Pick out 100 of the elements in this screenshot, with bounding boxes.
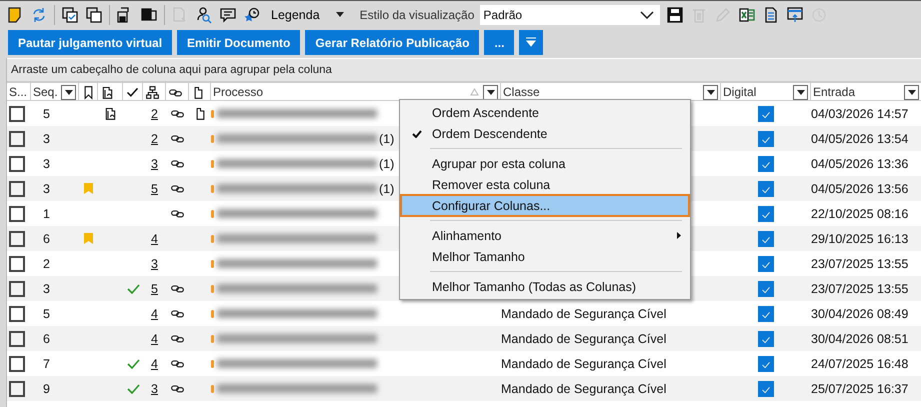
menu-item[interactable]: Alinhamento [401,225,689,246]
digital-checkbox[interactable] [758,180,774,196]
attachment-icon[interactable] [103,106,118,121]
count-link[interactable]: 4 [151,356,158,370]
digital-checkbox[interactable] [758,356,774,372]
column-header[interactable] [166,83,189,101]
comment-icon[interactable] [219,6,237,24]
class-text: Mandado de Segurança Cível [501,382,666,396]
row-checkbox[interactable] [9,230,25,246]
row-checkbox[interactable] [9,356,25,372]
column-header[interactable]: Seq. [31,83,79,101]
bookmark-icon [84,233,93,244]
sequence-number: 6 [43,232,50,246]
column-header[interactable]: Digital [721,83,811,101]
digital-checkbox[interactable] [758,106,774,122]
sequence-number: 9 [43,382,50,396]
sequence-number: 3 [43,182,50,196]
menu-item[interactable]: Configurar Colunas... [401,195,689,216]
save-window-icon[interactable] [140,6,158,24]
row-checkbox[interactable] [9,130,25,146]
filter-dropdown[interactable] [793,84,808,100]
row-checkbox[interactable] [9,180,25,196]
filter-dropdown[interactable] [703,84,718,100]
sequence-number: 1 [43,206,50,220]
count-link[interactable]: 3 [151,382,158,396]
entry-date: 25/07/2025 16:37 [811,382,908,396]
filter-dropdown[interactable] [904,84,919,100]
caret-icon [486,90,494,94]
sequence-number: 5 [43,306,50,320]
save-icon[interactable] [666,6,684,24]
row-checkbox[interactable] [9,280,25,296]
menu-item[interactable]: Agrupar por esta coluna [401,153,689,174]
process-suffix: (1) [379,182,394,196]
entry-date: 04/05/2026 13:54 [811,132,908,146]
entry-date: 04/03/2026 14:57 [811,106,908,120]
action-button[interactable]: ... [484,30,514,55]
menu-item[interactable]: Ordem Descendente [401,123,689,144]
column-header[interactable]: S... [7,83,31,101]
row-checkbox[interactable] [9,330,25,346]
sequence-number: 7 [43,356,50,370]
digital-checkbox[interactable] [758,380,774,396]
row-checkbox[interactable] [9,156,25,172]
row-checkbox[interactable] [9,306,25,322]
row-checkbox[interactable] [9,256,25,272]
action-button[interactable]: Pautar julgamento virtual [8,30,172,55]
action-button[interactable]: Gerar Relatório Publicação [305,30,480,55]
count-link[interactable]: 2 [151,132,158,146]
entry-date: 23/07/2025 13:55 [811,256,908,270]
count-link[interactable]: 5 [151,282,158,296]
digital-checkbox[interactable] [758,156,774,172]
count-link[interactable]: 2 [151,106,158,120]
more-button[interactable] [519,30,544,55]
digital-checkbox[interactable] [758,230,774,246]
class-text: Mandado de Segurança Cível [501,306,666,320]
entry-date: 30/04/2026 08:51 [811,332,908,346]
count-link[interactable]: 4 [151,332,158,346]
sequence-number: 3 [43,282,50,296]
window-upload-icon[interactable] [786,6,804,24]
caret-icon [706,90,714,94]
menu-item[interactable]: Melhor Tamanho (Todas as Colunas) [401,276,689,297]
count-link[interactable]: 5 [151,182,158,196]
view-style-select[interactable]: Padrão [480,4,660,24]
digital-checkbox[interactable] [758,206,774,222]
check-icon [126,384,140,394]
row-checkbox[interactable] [9,206,25,222]
row-checkbox[interactable] [9,106,25,122]
legend-dropdown[interactable]: Legenda [267,8,350,22]
star-pin-icon[interactable] [243,6,261,24]
entry-date: 30/04/2026 08:49 [811,306,908,320]
windows-icon[interactable] [85,6,103,24]
count-link[interactable]: 4 [151,306,158,320]
count-link[interactable]: 3 [151,256,158,270]
spreadsheet-icon[interactable] [738,6,756,24]
digital-checkbox[interactable] [758,280,774,296]
count-link[interactable]: 3 [151,156,158,170]
class-text: Mandado de Segurança Cível [501,332,666,346]
entry-date: 23/07/2025 13:55 [811,282,908,296]
count-link[interactable]: 4 [151,232,158,246]
caret-icon [908,90,916,94]
row-checkbox[interactable] [9,380,25,396]
menu-item[interactable]: Remover esta coluna [401,174,689,195]
menu-item[interactable]: Melhor Tamanho [401,246,689,267]
window-check-icon[interactable] [61,6,79,24]
digital-checkbox[interactable] [758,306,774,322]
attachment-icon[interactable] [100,84,115,100]
column-header[interactable] [143,83,166,101]
user-search-icon[interactable] [195,6,213,24]
tree-icon[interactable] [145,84,160,100]
caret-icon [796,90,804,94]
digital-checkbox[interactable] [758,330,774,346]
chevron-icon [640,10,654,18]
class-text: Mandado de Segurança Cível [501,356,666,370]
menu-item[interactable]: Ordem Ascendente [401,102,689,123]
digital-checkbox[interactable] [758,256,774,272]
filter-dropdown[interactable] [61,84,76,100]
digital-checkbox[interactable] [758,130,774,146]
action-button[interactable]: Emitir Documento [177,30,300,55]
column-header[interactable]: Entrada [811,83,921,101]
sequence-number: 3 [43,156,50,170]
caret-icon [336,12,344,17]
